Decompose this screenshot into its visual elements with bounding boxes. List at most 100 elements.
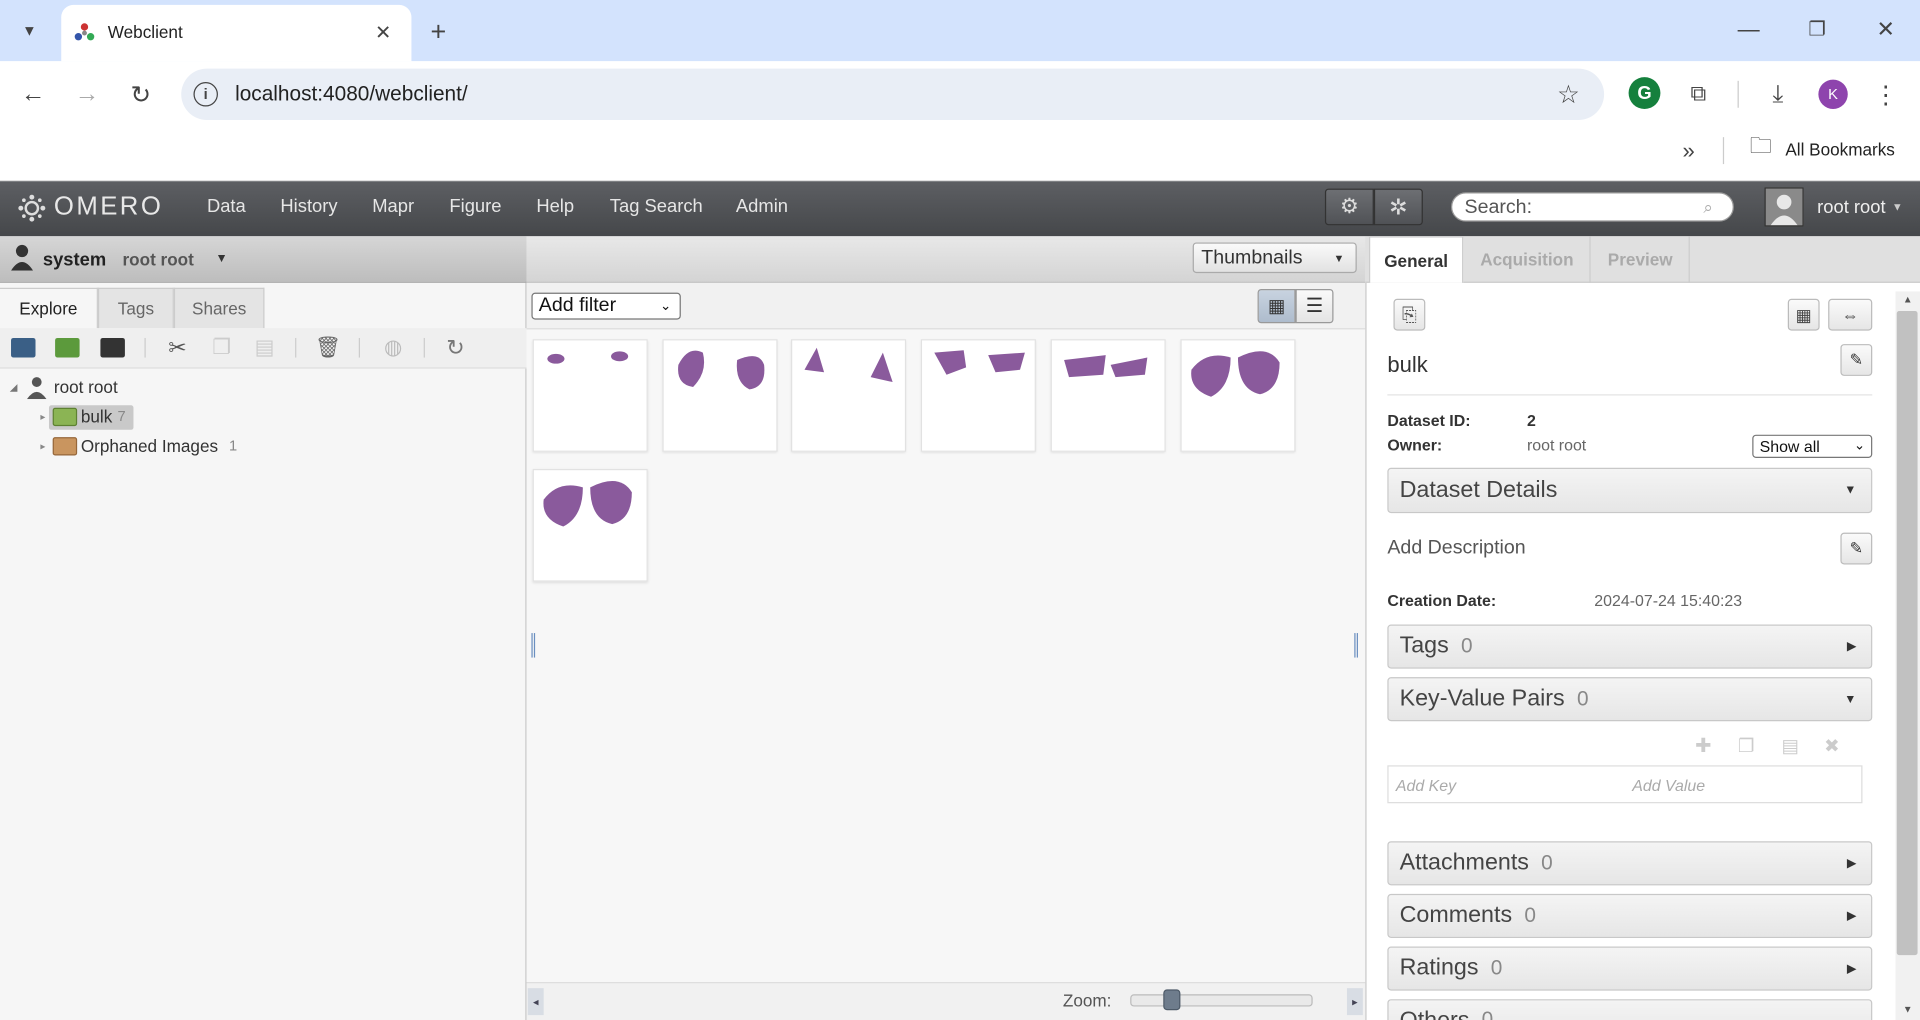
tab-general[interactable]: General — [1368, 236, 1464, 283]
group-dropdown-chevron-icon[interactable]: ▼ — [216, 252, 228, 265]
browser-tab[interactable]: Webclient ✕ — [61, 4, 412, 62]
tab-shares[interactable]: Shares — [173, 287, 265, 329]
new-project-icon[interactable] — [11, 337, 36, 358]
address-bar[interactable]: i localhost:4080/webclient/ ☆ — [181, 68, 1605, 121]
close-tab-icon[interactable]: ✕ — [370, 20, 397, 47]
back-icon[interactable]: ← — [15, 77, 52, 111]
attachments-panel[interactable]: Attachments 0 ▶ — [1387, 841, 1873, 886]
image-thumbnail[interactable] — [662, 339, 778, 452]
image-thumbnail[interactable] — [532, 339, 648, 452]
search-input[interactable]: Search: ⌕ — [1451, 192, 1734, 222]
scripts-gear-icon[interactable]: ⚙ — [1324, 188, 1374, 226]
copy-kv-icon[interactable]: ❐ — [1734, 733, 1758, 757]
others-panel[interactable]: Others 0 — [1387, 999, 1873, 1020]
forward-icon[interactable]: → — [69, 77, 106, 111]
orphaned-images[interactable]: Orphaned Images — [81, 436, 218, 456]
delete-kv-icon[interactable]: ✖ — [1820, 733, 1844, 757]
tab-tags[interactable]: Tags — [97, 287, 174, 329]
ratings-panel[interactable]: Ratings 0 ▶ — [1387, 946, 1873, 991]
scrollbar-thumb[interactable] — [1896, 311, 1918, 956]
collapse-left-icon[interactable]: ◂ — [527, 988, 544, 1016]
group-name[interactable]: system — [43, 250, 106, 271]
collapse-right-icon[interactable]: ▸ — [1346, 988, 1363, 1016]
tab-preview[interactable]: Preview — [1592, 236, 1690, 283]
zoom-slider-handle[interactable] — [1163, 989, 1181, 1011]
add-key-input[interactable]: Add Key — [1396, 776, 1456, 794]
delete-trash-icon[interactable]: 🗑 — [315, 336, 341, 360]
nav-figure[interactable]: Figure — [449, 196, 501, 217]
profile-avatar[interactable]: K — [1818, 79, 1848, 109]
copy-icon[interactable]: ❐ — [209, 336, 233, 360]
add-description[interactable]: Add Description — [1387, 538, 1525, 560]
add-value-input[interactable]: Add Value — [1632, 776, 1705, 794]
tab-explore[interactable]: Explore — [0, 287, 98, 329]
scroll-down-icon[interactable]: ▼ — [1898, 1002, 1918, 1017]
key-value-pairs-panel[interactable]: Key-Value Pairs 0 ▼ — [1387, 677, 1873, 722]
paste-icon[interactable]: ▤ — [252, 336, 276, 360]
dataset-name[interactable]: bulk — [81, 407, 112, 427]
close-window-icon[interactable]: ✕ — [1869, 12, 1903, 46]
add-filter-select[interactable]: Add filter ⌄ — [531, 292, 681, 320]
selected-user[interactable]: root root — [122, 250, 193, 270]
tags-panel[interactable]: Tags 0 ▶ — [1387, 624, 1873, 669]
list-view-icon[interactable]: ☰ — [1295, 288, 1334, 324]
bookmark-star-icon[interactable]: ☆ — [1553, 78, 1585, 110]
omero-logo-icon[interactable] — [17, 193, 46, 222]
user-menu-chevron-icon[interactable]: ▼ — [1892, 201, 1903, 213]
new-tab-icon[interactable]: + — [421, 15, 455, 49]
cut-icon[interactable]: ✂ — [165, 335, 189, 360]
browser-menu-icon[interactable]: ⋮ — [1871, 77, 1900, 111]
minimize-icon[interactable]: — — [1731, 12, 1765, 46]
image-thumbnail[interactable] — [920, 339, 1037, 452]
image-thumbnail[interactable] — [532, 468, 648, 582]
zoom-slider-track[interactable] — [1130, 994, 1313, 1007]
nav-tag-search[interactable]: Tag Search — [610, 196, 703, 217]
paste-kv-icon[interactable]: ▤ — [1778, 733, 1802, 757]
show-all-select[interactable]: Show all ⌄ — [1752, 434, 1873, 458]
image-thumbnail[interactable] — [1050, 339, 1166, 452]
user-avatar[interactable] — [1764, 187, 1804, 227]
nav-history[interactable]: History — [280, 196, 337, 217]
grammarly-extension-icon[interactable]: G — [1628, 77, 1661, 109]
new-dataset-icon[interactable] — [55, 337, 80, 358]
new-screen-icon[interactable] — [100, 337, 125, 358]
omero-logo-text[interactable]: OMERO — [54, 192, 163, 221]
tab-acquisition[interactable]: Acquisition — [1465, 236, 1591, 283]
user-menu[interactable]: root root — [1817, 197, 1885, 218]
add-kv-plus-icon[interactable]: ✚ — [1691, 733, 1715, 757]
scroll-up-icon[interactable]: ▲ — [1898, 291, 1918, 306]
open-with-icon[interactable]: ⎘ — [1393, 298, 1426, 331]
activities-icon[interactable]: ✲ — [1373, 188, 1423, 226]
right-splitter-handle[interactable] — [1354, 633, 1358, 658]
grid-layout-icon[interactable]: ▦ — [1787, 298, 1820, 331]
tree-root-user[interactable]: root root — [54, 377, 118, 397]
restore-icon[interactable]: ❐ — [1800, 12, 1834, 46]
tree-expand-toggle-icon[interactable]: ▸ — [40, 411, 45, 422]
link-icon[interactable]: ⇔ — [1828, 298, 1873, 331]
more-bookmarks-icon[interactable]: » — [1673, 135, 1705, 167]
edit-description-pencil-icon[interactable]: ✎ — [1840, 532, 1873, 565]
left-splitter-handle[interactable] — [531, 633, 536, 658]
refresh-icon[interactable]: ↻ — [443, 335, 467, 360]
url-text[interactable]: localhost:4080/webclient/ — [235, 82, 468, 106]
tab-list-chevron-icon[interactable]: ▼ — [12, 12, 46, 49]
nav-admin[interactable]: Admin — [736, 196, 788, 217]
view-select[interactable]: Thumbnails ▼ — [1192, 242, 1357, 274]
reload-icon[interactable]: ↻ — [122, 77, 159, 111]
tree-expand-toggle-icon[interactable]: ▸ — [40, 441, 45, 452]
image-thumbnail[interactable] — [1179, 339, 1295, 452]
dataset-details-panel[interactable]: Dataset Details ▼ — [1387, 467, 1873, 514]
download-icon[interactable]: ⤓ — [1761, 77, 1795, 111]
edit-name-pencil-icon[interactable]: ✎ — [1840, 344, 1873, 376]
nav-data[interactable]: Data — [207, 196, 246, 217]
comments-panel[interactable]: Comments 0 ▶ — [1387, 893, 1873, 938]
extensions-puzzle-icon[interactable]: ⧉ — [1682, 77, 1714, 109]
nav-help[interactable]: Help — [536, 196, 574, 217]
nav-mapr[interactable]: Mapr — [372, 196, 414, 217]
share-globe-icon[interactable]: ◍ — [381, 336, 405, 360]
grid-view-icon[interactable]: ▦ — [1257, 288, 1296, 324]
search-icon[interactable]: ⌕ — [1697, 196, 1719, 218]
site-info-icon[interactable]: i — [193, 82, 218, 107]
tree-collapse-toggle-icon[interactable]: ◢ — [10, 382, 18, 393]
image-thumbnail[interactable] — [791, 339, 907, 452]
